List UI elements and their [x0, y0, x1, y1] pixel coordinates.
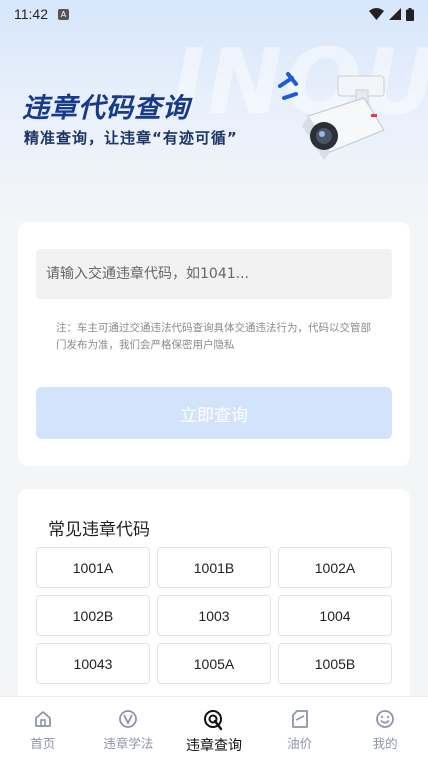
code-chip[interactable]: 1002A [278, 547, 392, 588]
tab-label: 我的 [372, 736, 398, 751]
tab-home[interactable]: 首页 [0, 697, 86, 760]
query-card: 注：车主可通过交通违法代码查询具体交通违法行为，代码以交管部门发布为准，我们会严… [18, 222, 410, 466]
code-chip[interactable]: 1003 [157, 595, 271, 636]
status-bar: 11:42 A [0, 0, 428, 28]
battery-icon [406, 7, 414, 21]
common-codes-card: 常见违章代码 1001A 1001B 1002A 1002B 1003 1004… [18, 489, 410, 709]
notification-icon: A [58, 8, 69, 20]
camera-illustration [278, 72, 385, 160]
tab-label: 油价 [287, 736, 313, 751]
common-codes-grid: 1001A 1001B 1002A 1002B 1003 1004 10043 … [36, 547, 392, 684]
tab-label: 违章学法 [103, 736, 154, 751]
tab-profile[interactable]: 我的 [342, 697, 428, 760]
code-chip[interactable]: 10043 [36, 643, 150, 684]
tab-oil-price[interactable]: 油价 [257, 697, 343, 760]
code-chip[interactable]: 1001B [157, 547, 271, 588]
home-icon [33, 709, 53, 729]
tab-query[interactable]: 违章查询 [171, 697, 257, 760]
study-icon [117, 709, 139, 729]
signal-icon [389, 8, 401, 20]
status-icons [369, 7, 414, 21]
wifi-icon [369, 8, 384, 20]
query-submit-button[interactable]: 立即查询 [36, 387, 392, 439]
status-time: 11:42 [14, 6, 48, 22]
tab-label: 首页 [30, 736, 56, 751]
page-subtitle: 精准查询，让违章“有迹可循” [24, 129, 238, 147]
code-chip[interactable]: 1004 [278, 595, 392, 636]
bottom-tab-bar: 首页 违章学法 违章查询 油价 我的 [0, 696, 428, 760]
violation-code-input[interactable] [36, 249, 392, 299]
hero-banner: INQU 11:42 A 违章代码查询 精准查询，让违章“有迹可循” [0, 0, 428, 230]
tab-study[interactable]: 违章学法 [86, 697, 172, 760]
privacy-note: 注：车主可通过交通违法代码查询具体交通违法行为，代码以交管部门发布为准，我们会严… [56, 322, 371, 351]
page-title: 违章代码查询 [22, 93, 190, 124]
tab-label: 违章查询 [185, 738, 242, 754]
code-chip[interactable]: 1001A [36, 547, 150, 588]
profile-icon [375, 709, 395, 729]
oil-price-icon [290, 709, 310, 729]
common-codes-title: 常见违章代码 [48, 520, 150, 540]
code-chip[interactable]: 1005A [157, 643, 271, 684]
code-chip[interactable]: 1005B [278, 643, 392, 684]
query-icon [202, 709, 226, 731]
code-chip[interactable]: 1002B [36, 595, 150, 636]
